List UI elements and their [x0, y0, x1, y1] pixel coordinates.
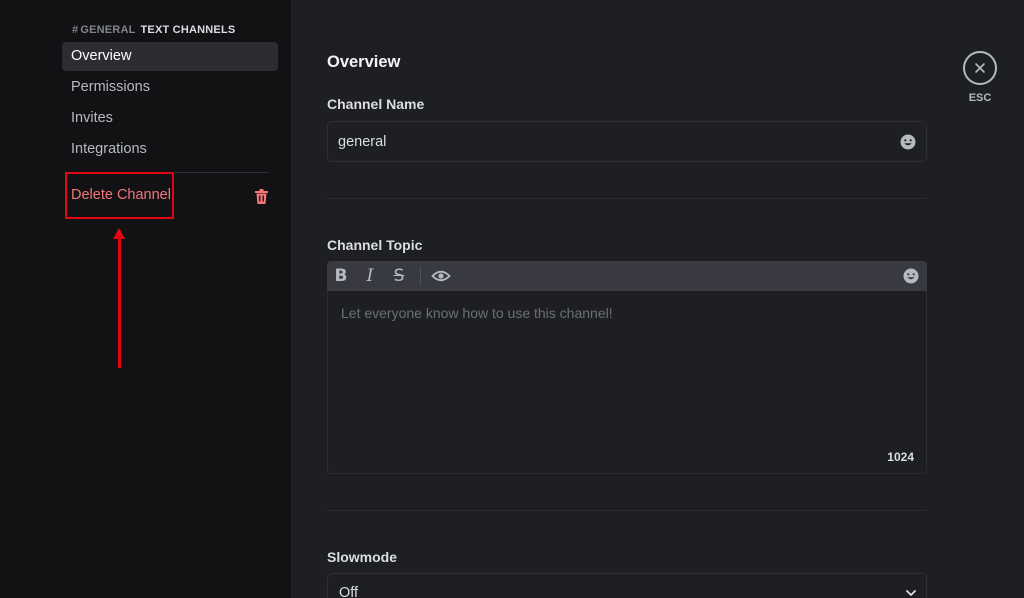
sidebar-item-overview[interactable]: Overview [62, 42, 278, 71]
sidebar-item-integrations[interactable]: Integrations [62, 135, 278, 164]
page-title: Overview [327, 53, 401, 71]
chevron-down-icon [906, 590, 916, 596]
channel-name-label: GENERAL [80, 24, 136, 36]
sidebar-item-permissions[interactable]: Permissions [62, 73, 278, 102]
close-icon [975, 63, 985, 73]
channel-topic-input[interactable] [341, 305, 911, 445]
channel-name-input[interactable] [338, 122, 878, 161]
formatting-toolbar: B I S [327, 261, 927, 291]
eye-icon [431, 270, 451, 282]
annotation-highlight-box [65, 172, 174, 219]
section-divider [327, 510, 927, 511]
italic-button[interactable]: I [360, 266, 380, 286]
character-count: 1024 [887, 450, 914, 464]
channel-topic-label: Channel Topic [327, 237, 423, 253]
annotation-arrow-line [118, 238, 121, 368]
spoiler-button[interactable] [431, 266, 451, 286]
hash-icon: # [72, 24, 79, 36]
emoji-icon[interactable] [903, 268, 919, 284]
toolbar-separator [420, 267, 421, 285]
channel-name-field [327, 121, 927, 162]
trash-icon[interactable] [255, 189, 268, 204]
bold-button[interactable]: B [331, 266, 351, 286]
section-divider [327, 198, 927, 199]
slowmode-value: Off [339, 585, 359, 598]
strikethrough-button[interactable]: S [389, 266, 409, 286]
emoji-icon[interactable] [900, 134, 916, 150]
slowmode-select[interactable]: Off [327, 573, 927, 598]
section-label: TEXT CHANNELS [140, 24, 236, 36]
slowmode-label: Slowmode [327, 549, 398, 565]
channel-topic-field: 1024 [327, 291, 927, 474]
sidebar-header: # GENERAL TEXT CHANNELS [72, 24, 235, 36]
channel-name-label: Channel Name [327, 96, 425, 112]
esc-label: ESC [968, 92, 992, 104]
sidebar-item-invites[interactable]: Invites [62, 104, 278, 133]
settings-sidebar: # GENERAL TEXT CHANNELS Overview Permissio… [0, 0, 291, 598]
close-button[interactable] [963, 51, 997, 85]
